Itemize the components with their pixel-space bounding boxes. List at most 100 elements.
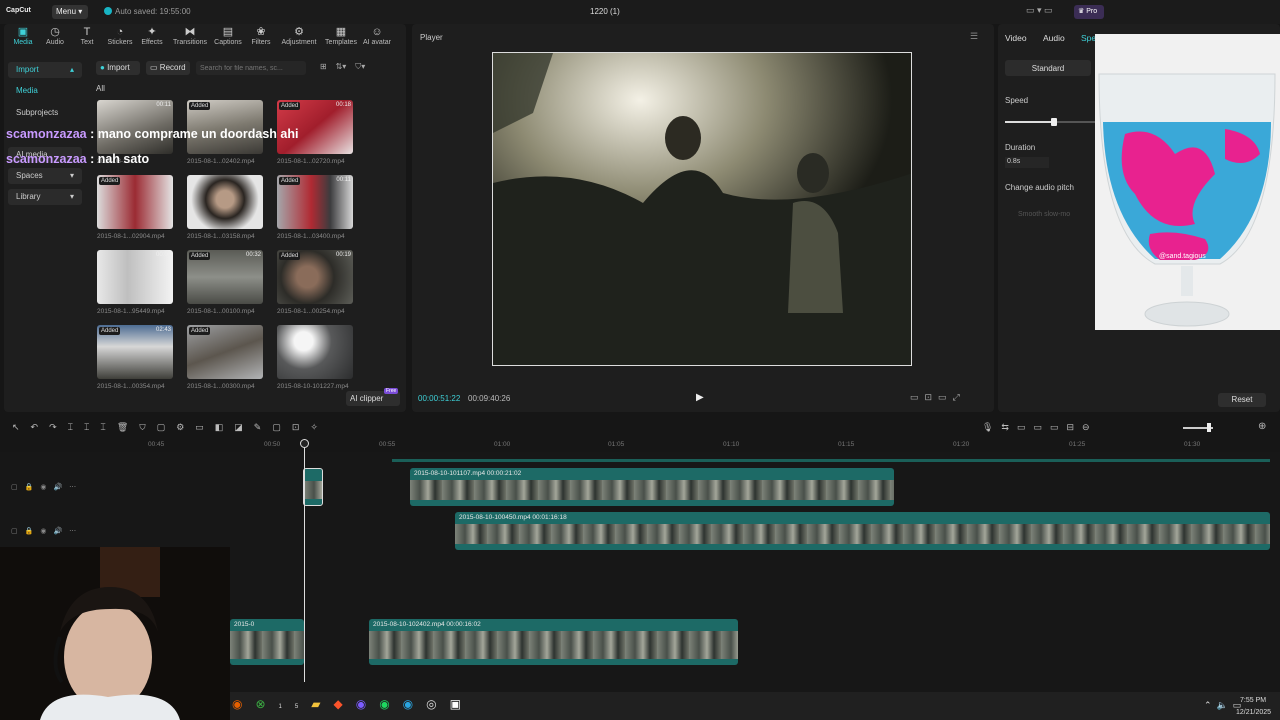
speed-label: Speed	[1005, 96, 1029, 105]
hamburger-icon[interactable]: ☰	[970, 31, 978, 42]
speed-slider-fill	[1005, 121, 1055, 123]
media-item[interactable]: 00:02 2015-08-1...95449.mp4	[97, 250, 173, 315]
folder-icon[interactable]: ▰	[311, 697, 333, 711]
sidebar-item-import[interactable]: Import ▴	[8, 62, 82, 78]
menu-label: Menu	[56, 7, 77, 16]
video-thumbnail	[97, 250, 173, 304]
templates-icon: ▦	[335, 26, 347, 38]
media-item[interactable]: Added 02:43 2015-08-1...00354.mp4	[97, 325, 173, 390]
search-input[interactable]	[196, 61, 306, 75]
xbox-icon[interactable]: ⊗	[255, 697, 278, 711]
ruler-tick: 01:25	[1069, 441, 1086, 448]
added-badge: Added	[99, 177, 121, 185]
media-item[interactable]: Added 00:32 2015-08-1...00100.mp4	[187, 250, 263, 315]
ruler-tick: 01:15	[838, 441, 855, 448]
tab-label: Captions	[214, 39, 242, 46]
media-item[interactable]: Added 2015-08-1...00300.mp4	[187, 325, 263, 390]
all-filter-label[interactable]: All	[96, 84, 105, 93]
zoom-slider-handle[interactable]	[1207, 423, 1211, 432]
sidebar-item-label: Spaces	[16, 171, 43, 180]
tab-label: Transitions	[173, 39, 207, 46]
sidebar-item-spaces[interactable]: Spaces ▾	[8, 168, 82, 184]
tab-transitions[interactable]: ⧓ Transitions	[171, 26, 209, 46]
zoom-in-icon[interactable]: ⊕	[1258, 421, 1266, 432]
layout-icons[interactable]: ▭ ▾ ▭	[1026, 5, 1053, 16]
capcut-taskbar-icon[interactable]: ▣	[450, 697, 474, 711]
tab-effects[interactable]: ✦ Effects	[133, 26, 171, 46]
view-filter-icons[interactable]: ⊞ ⇅▾ ⛉▾	[320, 62, 365, 72]
volume-icon[interactable]: 🔈	[1217, 700, 1233, 710]
ruler-tick: 01:20	[953, 441, 970, 448]
media-item[interactable]: 2015-08-10-101227.mp4	[277, 325, 353, 390]
playhead[interactable]	[304, 446, 305, 682]
project-title[interactable]: 1220 (1)	[590, 7, 620, 16]
sidebar-item-subprojects[interactable]: Subprojects	[8, 105, 82, 121]
brave-icon[interactable]: ◆	[333, 697, 355, 711]
tab-label: Audio	[46, 39, 64, 46]
sidebar-item-media[interactable]: Media	[8, 83, 82, 99]
pro-button[interactable]: ♛ Pro	[1074, 5, 1104, 19]
tab-label: Adjustment	[281, 39, 317, 46]
chevron-up-icon[interactable]: ⌃	[1204, 700, 1217, 710]
standard-speed-tab[interactable]: Standard	[1005, 60, 1091, 76]
transitions-icon: ⧓	[184, 26, 196, 38]
tab-label: Effects	[141, 39, 163, 46]
import-icon: ●	[100, 63, 105, 72]
tab-label: Media	[13, 39, 33, 46]
taskbar-apps[interactable]: ◉⊗15▰◆◉◉◉◎▣	[232, 697, 474, 711]
media-item[interactable]: Added 00:19 2015-08-1...00254.mp4	[277, 250, 353, 315]
duration-label: 00:19	[335, 252, 351, 258]
duration-label: 00:32	[245, 252, 261, 258]
sidebar-item-library[interactable]: Library ▾	[8, 189, 82, 205]
video-preview[interactable]	[492, 52, 912, 366]
obs-icon[interactable]: ◎	[426, 697, 449, 711]
firefox-icon[interactable]: ◉	[232, 697, 255, 711]
tab-audio-inspector[interactable]: Audio	[1043, 33, 1065, 43]
record-button[interactable]: ▭ Record	[146, 61, 190, 75]
duration-label: 00:11	[336, 177, 351, 183]
clock-time[interactable]: 7:55 PM	[1240, 697, 1266, 704]
tab-label: Templates	[325, 39, 357, 46]
tab-filters[interactable]: ❀ Filters	[242, 26, 280, 46]
tab-templates[interactable]: ▦ Templates	[322, 26, 360, 46]
timeline-clip[interactable]: 2015-08-10-101107.mp4 00:00:21:02	[410, 468, 894, 506]
telegram-icon[interactable]: ◉	[403, 697, 426, 711]
duration-field[interactable]: 0.8s	[1005, 157, 1049, 168]
track-marker	[392, 459, 1270, 462]
timeline-clip[interactable]: 2015-0	[230, 619, 304, 665]
player-controls[interactable]: ▭⊡▭⤢	[910, 392, 966, 403]
playhead-handle[interactable]	[300, 439, 309, 448]
discord-icon[interactable]: ◉	[356, 697, 379, 711]
play-icon[interactable]: ▶	[696, 392, 704, 403]
speed-slider-handle[interactable]	[1051, 118, 1057, 126]
tab-video[interactable]: Video	[1005, 33, 1027, 43]
timeline-clip[interactable]: 2015-08-10-100450.mp4 00:01:16:18	[455, 512, 1270, 550]
added-badge: Added	[279, 177, 301, 185]
media-item[interactable]: Added 2015-08-1...02904.mp4	[97, 175, 173, 240]
sidebar-item-label: Media	[16, 86, 38, 95]
ai-avatar-icon: ☺	[371, 26, 383, 38]
media-item[interactable]: 2015-08-1...03158.mp4	[187, 175, 263, 240]
tab-adjustment[interactable]: ⚙ Adjustment	[280, 26, 318, 46]
chat-text: : nah sato	[86, 152, 150, 166]
clock-date[interactable]: 12/21/2025	[1236, 709, 1271, 716]
spotify-icon[interactable]: ◉	[379, 697, 402, 711]
media-item[interactable]: Added 00:11 2015-08-1...03400.mp4	[277, 175, 353, 240]
tab-speed[interactable]: Spe	[1081, 33, 1096, 43]
timeline-view-tools[interactable]: 🎙⇆▭▭▭⊟⊖	[982, 422, 1098, 433]
menu-button[interactable]: Menu ▾	[52, 5, 88, 19]
clip-label: 2015-08-10-102402.mp4 00:00:16:02	[373, 621, 481, 628]
timeline-clip-selected[interactable]	[303, 468, 323, 506]
timeline-edit-tools[interactable]: ↖↶↷⌶⌶⌶🗑⛉▢⚙▭◧◪✎▢⊡✧	[12, 422, 329, 433]
reset-button[interactable]: Reset	[1218, 393, 1266, 407]
chat-message: scamonzazaa : mano comprame un doordash …	[6, 127, 298, 141]
watermark-handle: @sand.tagious	[1159, 253, 1206, 260]
clip-frames	[304, 481, 322, 499]
file-name: 2015-08-1...00300.mp4	[187, 383, 255, 390]
track-controls[interactable]: ▢🔒◉🔊⋯	[11, 527, 83, 535]
chevron-down-icon: ▾	[69, 192, 74, 201]
timeline-clip[interactable]: 2015-08-10-102402.mp4 00:00:16:02	[369, 619, 738, 665]
tab-ai-avatar[interactable]: ☺ AI avatar	[358, 26, 396, 46]
import-button[interactable]: ● Import	[96, 61, 140, 75]
track-controls[interactable]: ▢🔒◉🔊⋯	[11, 483, 83, 491]
